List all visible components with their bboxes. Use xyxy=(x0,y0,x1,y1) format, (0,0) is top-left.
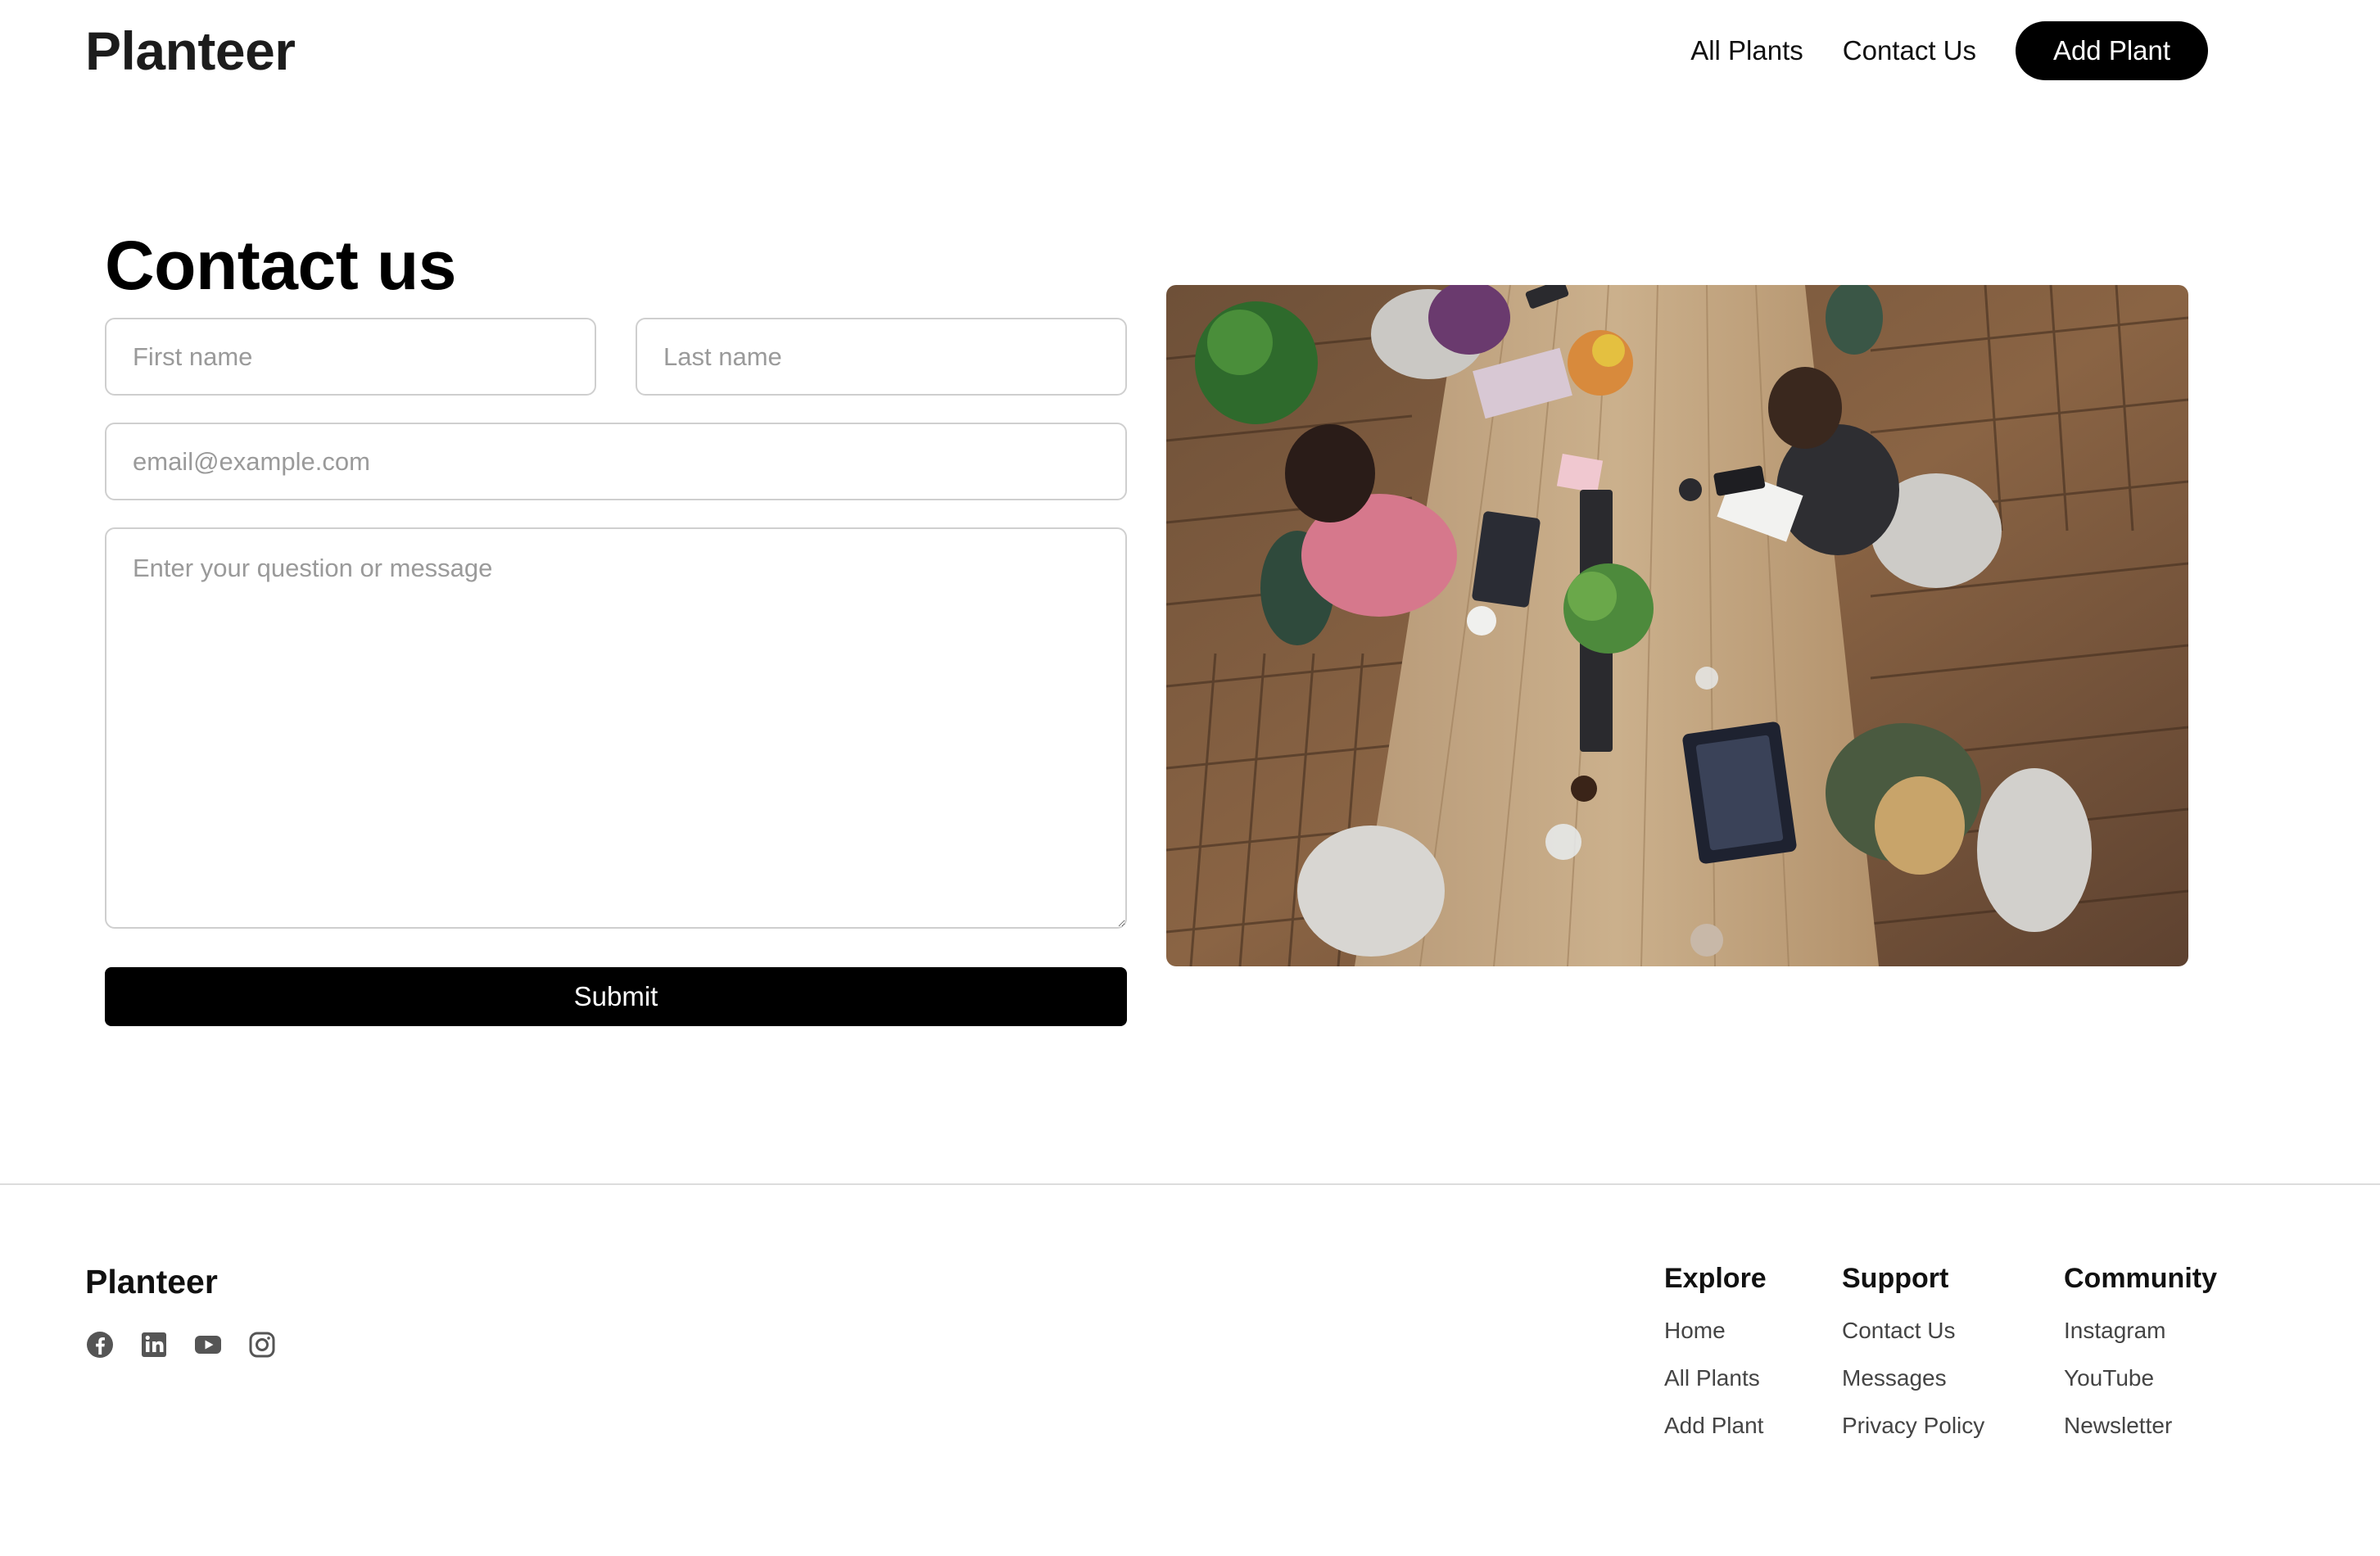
footer-brand[interactable]: Planteer xyxy=(85,1261,218,1302)
youtube-icon[interactable] xyxy=(193,1330,223,1359)
footer-link-instagram[interactable]: Instagram xyxy=(2064,1307,2217,1355)
footer-column-community: Community Instagram YouTube Newsletter xyxy=(2064,1261,2217,1450)
nav-link-all-plants[interactable]: All Plants xyxy=(1690,21,1803,80)
last-name-field[interactable] xyxy=(636,318,1127,396)
office-workspace-photo xyxy=(1166,285,2188,966)
page-title: Contact us xyxy=(105,227,457,304)
footer-link-newsletter[interactable]: Newsletter xyxy=(2064,1402,2217,1450)
message-field[interactable] xyxy=(105,527,1127,929)
main-nav: All Plants Contact Us Add Plant xyxy=(1690,21,2208,80)
footer-link-add-plant[interactable]: Add Plant xyxy=(1664,1402,1767,1450)
submit-button[interactable]: Submit xyxy=(105,967,1127,1026)
social-links xyxy=(85,1330,301,1359)
linkedin-icon[interactable] xyxy=(139,1330,169,1359)
footer-column-explore: Explore Home All Plants Add Plant xyxy=(1664,1261,1767,1450)
brand-logo[interactable]: Planteer xyxy=(85,18,296,84)
site-header: Planteer All Plants Contact Us Add Plant xyxy=(0,0,2380,102)
add-plant-button[interactable]: Add Plant xyxy=(2016,21,2208,80)
footer-link-messages[interactable]: Messages xyxy=(1842,1355,1984,1402)
footer-link-contact-us[interactable]: Contact Us xyxy=(1842,1307,1984,1355)
email-field[interactable] xyxy=(105,423,1127,500)
first-name-field[interactable] xyxy=(105,318,596,396)
footer-link-youtube[interactable]: YouTube xyxy=(2064,1355,2217,1402)
footer-link-home[interactable]: Home xyxy=(1664,1307,1767,1355)
footer-link-all-plants[interactable]: All Plants xyxy=(1664,1355,1767,1402)
footer-link-privacy-policy[interactable]: Privacy Policy xyxy=(1842,1402,1984,1450)
footer-heading-support: Support xyxy=(1842,1263,1949,1294)
footer-heading-community: Community xyxy=(2064,1263,2217,1294)
nav-link-contact-us[interactable]: Contact Us xyxy=(1843,21,1976,80)
footer-divider xyxy=(0,1183,2380,1185)
facebook-icon[interactable] xyxy=(85,1330,115,1359)
footer-column-support: Support Contact Us Messages Privacy Poli… xyxy=(1842,1261,1984,1450)
footer-heading-explore: Explore xyxy=(1664,1263,1767,1294)
instagram-icon[interactable] xyxy=(247,1330,277,1359)
